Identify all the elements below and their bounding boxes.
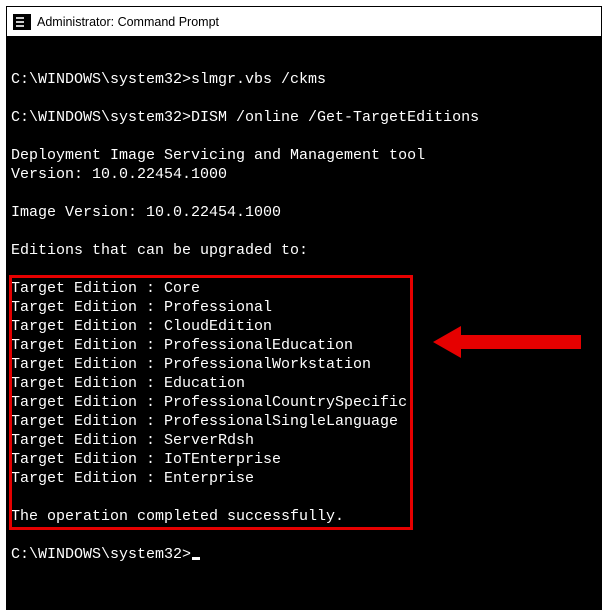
window-frame: Administrator: Command Prompt C:\WINDOWS… (6, 6, 602, 610)
console-output[interactable]: C:\WINDOWS\system32>slmgr.vbs /ckms C:\W… (7, 37, 601, 609)
prompt: C:\WINDOWS\system32> (11, 546, 191, 563)
cmd-icon (13, 14, 31, 30)
cursor (192, 557, 200, 560)
window-title: Administrator: Command Prompt (37, 15, 219, 29)
titlebar[interactable]: Administrator: Command Prompt (7, 7, 601, 37)
